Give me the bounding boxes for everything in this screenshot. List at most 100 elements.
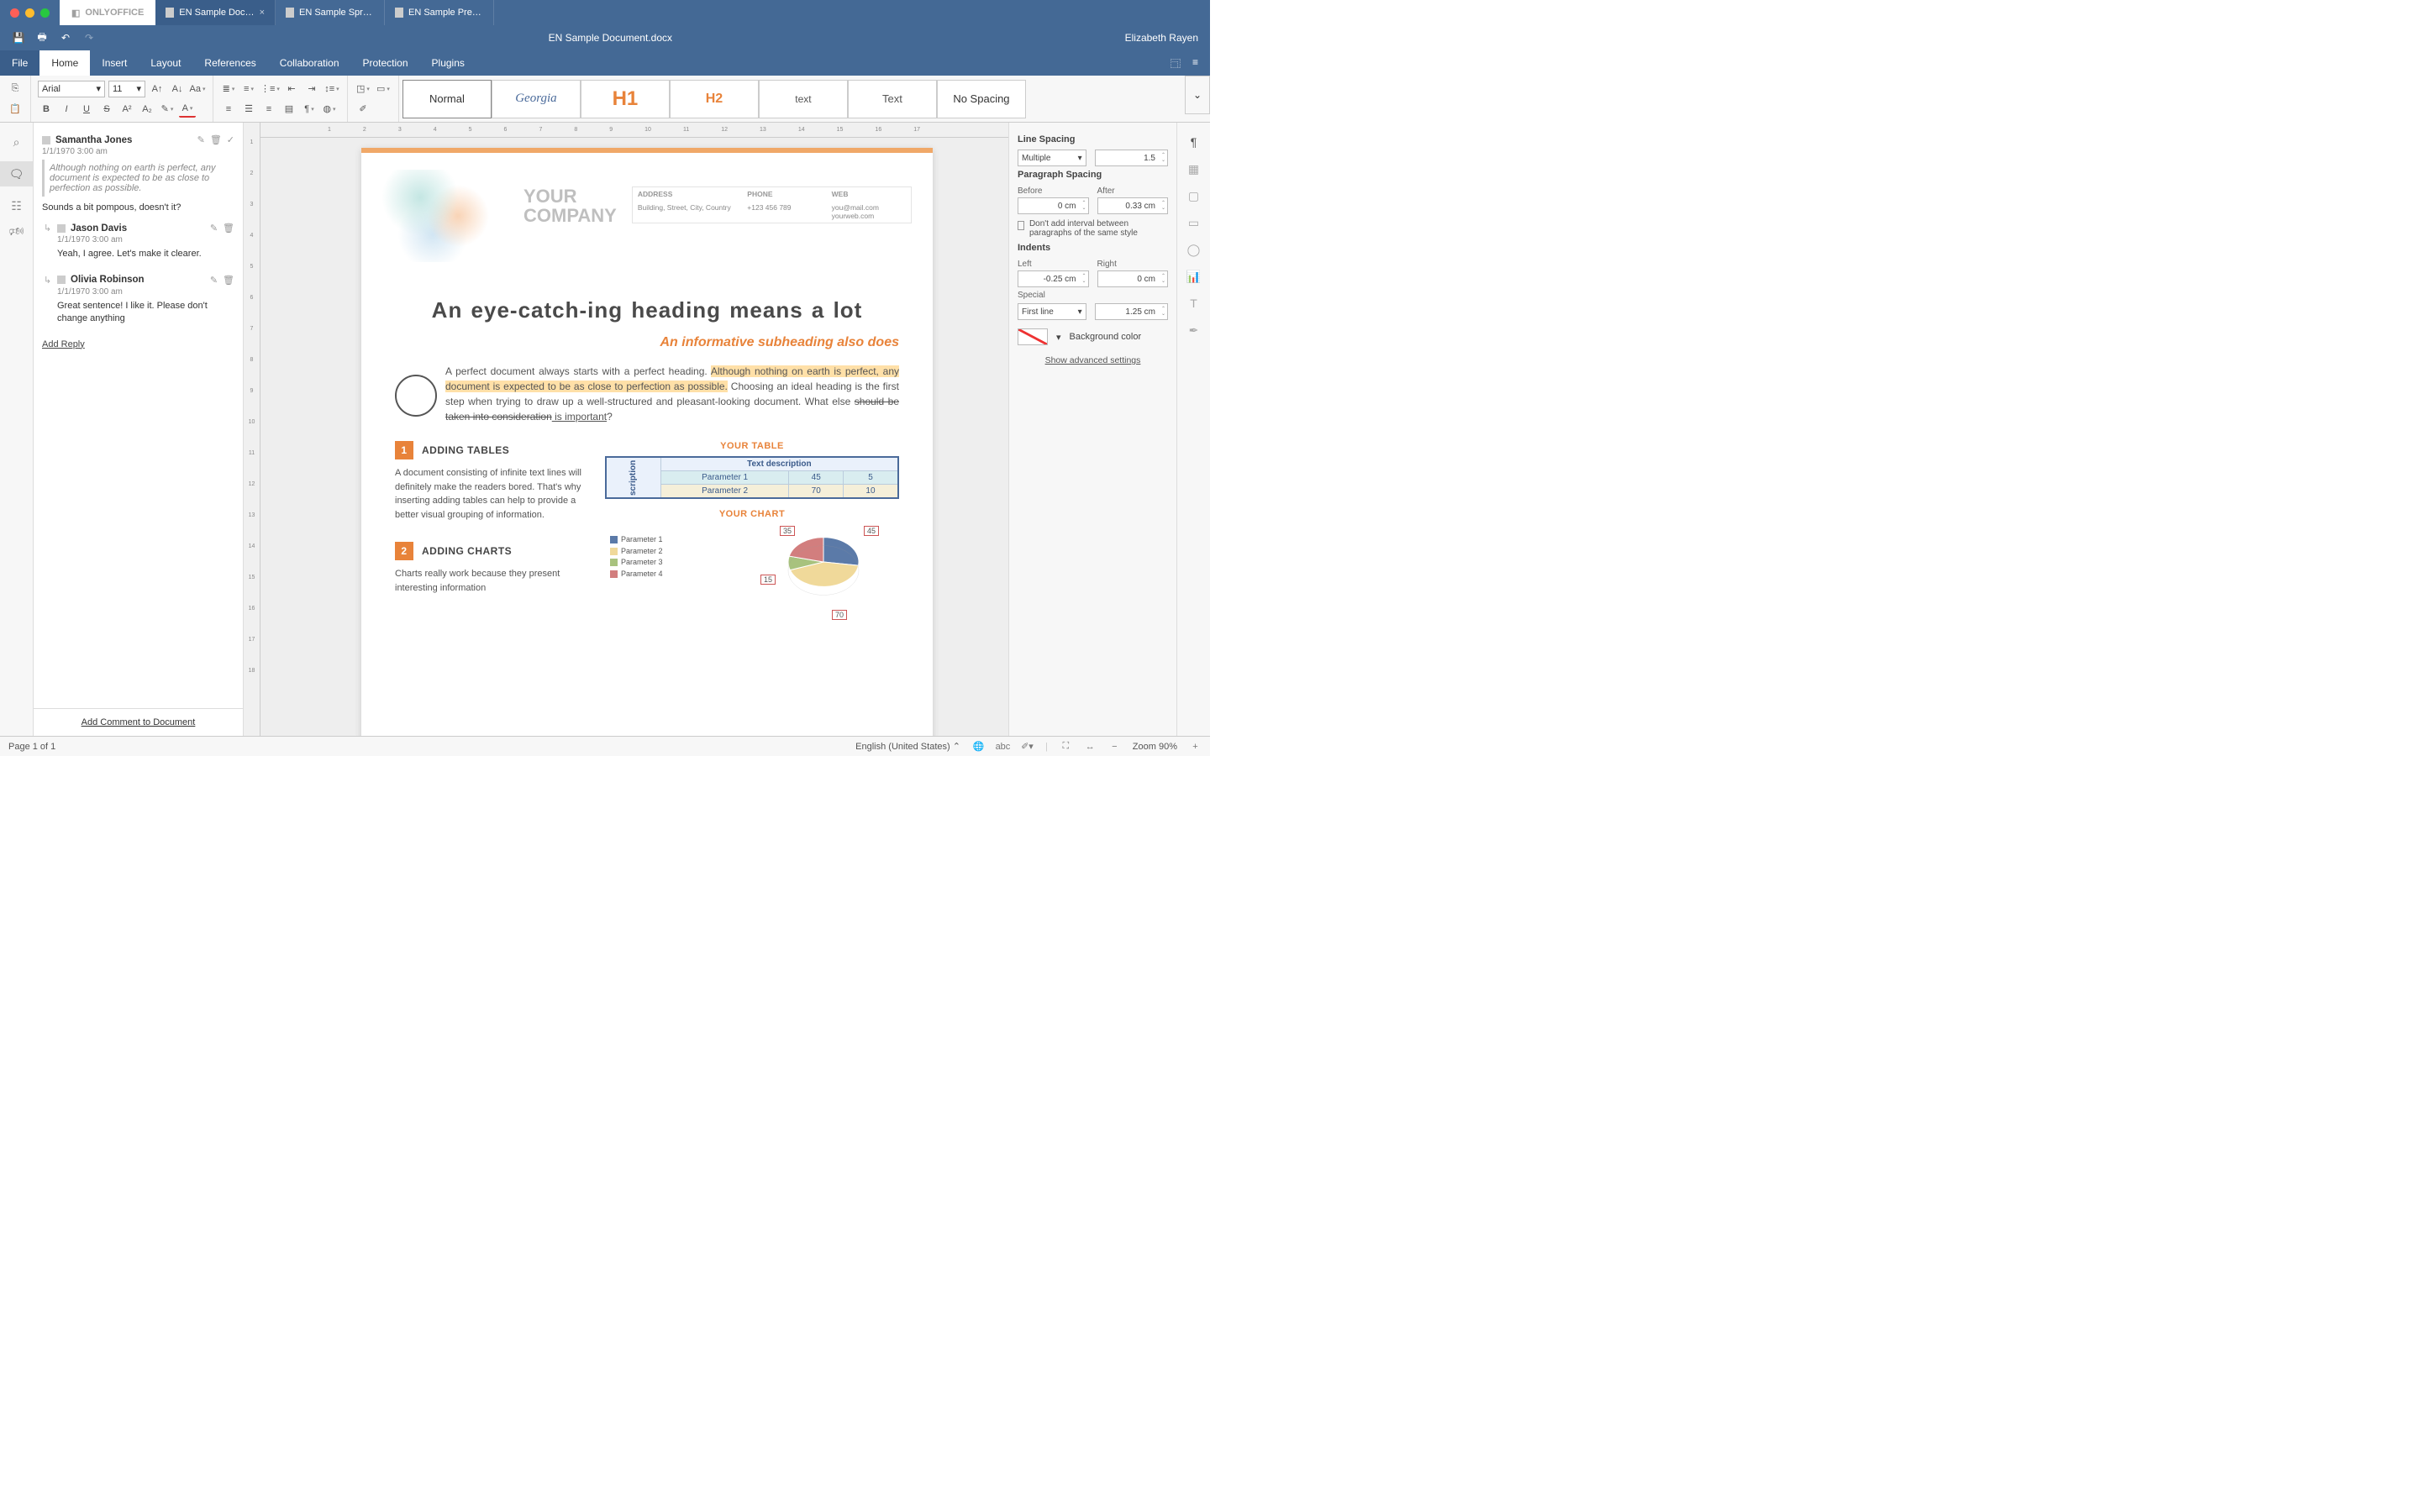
page-indicator[interactable]: Page 1 of 1 — [8, 742, 55, 752]
superscript-icon[interactable]: A² — [118, 101, 135, 118]
style-h1[interactable]: H1 — [581, 80, 670, 118]
underline-icon[interactable]: U — [78, 101, 95, 118]
insert-shape-icon[interactable]: ◳ — [355, 81, 371, 97]
align-left-icon[interactable]: ≡ — [220, 101, 237, 118]
redo-icon[interactable]: ↷ — [82, 31, 96, 45]
document-canvas[interactable]: YOURCOMPANY ADDRESS PHONE WEB Building, … — [260, 123, 1008, 736]
align-center-icon[interactable]: ☰ — [240, 101, 257, 118]
special-indent-input[interactable]: 1.25 cm — [1095, 303, 1168, 320]
zoom-level[interactable]: Zoom 90% — [1133, 742, 1177, 752]
doc-tab-2[interactable]: EN Sample Spr… — [276, 0, 385, 25]
outdent-icon[interactable]: ⇤ — [283, 81, 300, 97]
language-select[interactable]: English (United States) ⌃ — [855, 741, 960, 752]
spacing-after-input[interactable]: 0.33 cm — [1097, 197, 1169, 214]
vertical-ruler[interactable]: 123456789101112131415161718 — [244, 123, 260, 736]
indent-right-input[interactable]: 0 cm — [1097, 270, 1169, 287]
indent-left-input[interactable]: -0.25 cm — [1018, 270, 1089, 287]
user-name[interactable]: Elizabeth Rayen — [1113, 32, 1210, 44]
line-spacing-mode-select[interactable]: Multiple▾ — [1018, 150, 1086, 166]
chart-icon[interactable]: 📊 — [1186, 269, 1202, 284]
doc-tab-1[interactable]: EN Sample Doc… × — [155, 0, 276, 25]
style-text[interactable]: text — [759, 80, 848, 118]
save-icon[interactable]: 💾 — [12, 31, 25, 45]
textart-icon[interactable]: T — [1186, 296, 1202, 311]
add-reply-link[interactable]: Add Reply — [42, 339, 85, 349]
font-family-select[interactable]: Arial▾ — [38, 81, 105, 97]
close-icon[interactable]: × — [260, 8, 265, 18]
insert-object-icon[interactable]: ▭ — [375, 81, 392, 97]
delete-icon[interactable]: 🗑 — [223, 275, 234, 286]
paragraph-icon[interactable]: ¶ — [1186, 134, 1202, 150]
no-interval-checkbox[interactable]: Don't add interval between paragraphs of… — [1018, 219, 1168, 238]
menu-layout[interactable]: Layout — [139, 50, 192, 76]
add-comment-link[interactable]: Add Comment to Document — [82, 717, 196, 727]
signature-icon[interactable]: ✒ — [1186, 323, 1202, 338]
horizontal-ruler[interactable]: 1234567891011121314151617 — [260, 123, 1008, 138]
zoom-out-icon[interactable]: − — [1108, 740, 1121, 753]
resolve-icon[interactable]: ✓ — [227, 134, 234, 145]
subscript-icon[interactable]: A₂ — [139, 101, 155, 118]
table-icon[interactable]: ▦ — [1186, 161, 1202, 176]
menu-plugins[interactable]: Plugins — [420, 50, 476, 76]
style-text[interactable]: Text — [848, 80, 937, 118]
spacing-before-input[interactable]: 0 cm — [1018, 197, 1089, 214]
headings-panel-icon[interactable]: ☷ — [9, 198, 24, 213]
feedback-icon[interactable]: 🕬 — [9, 225, 24, 240]
font-color-icon[interactable]: A — [179, 101, 196, 118]
nonprinting-icon[interactable]: ¶ — [301, 101, 318, 118]
style-h2[interactable]: H2 — [670, 80, 759, 118]
menu-file[interactable]: File — [0, 50, 39, 76]
align-right-icon[interactable]: ≡ — [260, 101, 277, 118]
search-icon[interactable]: ⌕ — [9, 134, 24, 150]
menu-insert[interactable]: Insert — [90, 50, 139, 76]
track-changes-icon[interactable]: ✐▾ — [1021, 740, 1034, 753]
font-size-select[interactable]: 11▾ — [108, 81, 145, 97]
justify-icon[interactable]: ▤ — [281, 101, 297, 118]
menu-collaboration[interactable]: Collaboration — [268, 50, 351, 76]
italic-icon[interactable]: I — [58, 101, 75, 118]
zoom-in-icon[interactable]: + — [1189, 740, 1202, 753]
line-spacing-icon[interactable]: ↕≡ — [324, 81, 340, 97]
shrink-font-icon[interactable]: A↓ — [169, 81, 186, 97]
delete-icon[interactable]: 🗑 — [210, 134, 222, 145]
style-georgia[interactable]: Georgia — [492, 80, 581, 118]
menu-home[interactable]: Home — [39, 50, 90, 76]
copy-icon[interactable]: ⎘ — [7, 81, 24, 97]
change-case-icon[interactable]: Aa — [189, 81, 206, 97]
menu-protection[interactable]: Protection — [351, 50, 420, 76]
undo-icon[interactable]: ↶ — [59, 31, 72, 45]
menu-references[interactable]: References — [192, 50, 267, 76]
edit-icon[interactable]: ✎ — [197, 134, 205, 145]
edit-icon[interactable]: ✎ — [210, 223, 218, 234]
minimize-window[interactable] — [25, 8, 34, 18]
delete-icon[interactable]: 🗑 — [223, 223, 234, 234]
strike-icon[interactable]: S — [98, 101, 115, 118]
advanced-settings-link[interactable]: Show advanced settings — [1018, 355, 1168, 365]
image-icon[interactable]: ▢ — [1186, 188, 1202, 203]
shape-icon[interactable]: ◯ — [1186, 242, 1202, 257]
indent-icon[interactable]: ⇥ — [303, 81, 320, 97]
page[interactable]: YOURCOMPANY ADDRESS PHONE WEB Building, … — [361, 148, 933, 736]
open-location-icon[interactable]: ⿹ — [1171, 56, 1181, 71]
bold-icon[interactable]: B — [38, 101, 55, 118]
doc-tab-3[interactable]: EN Sample Pre… — [385, 0, 494, 25]
bg-color-swatch[interactable] — [1018, 328, 1048, 345]
multilevel-icon[interactable]: ⋮≡ — [260, 81, 280, 97]
numbering-icon[interactable]: ≡ — [240, 81, 257, 97]
style-no-spacing[interactable]: No Spacing — [937, 80, 1026, 118]
highlight-color-icon[interactable]: ✎ — [159, 101, 176, 118]
maximize-window[interactable] — [40, 8, 50, 18]
special-indent-select[interactable]: First line▾ — [1018, 303, 1086, 320]
set-lang-icon[interactable]: 🌐 — [972, 740, 985, 753]
print-icon[interactable]: 🖶 — [35, 31, 49, 45]
comments-panel-icon[interactable]: 🗨 — [0, 161, 33, 186]
style-gallery-more[interactable]: ⌄ — [1185, 76, 1210, 114]
line-spacing-value-input[interactable]: 1.5 — [1095, 150, 1168, 166]
edit-icon[interactable]: ✎ — [210, 275, 218, 286]
fit-width-icon[interactable]: ↔ — [1084, 740, 1097, 753]
fit-page-icon[interactable]: ⛶ — [1060, 740, 1072, 753]
close-window[interactable] — [10, 8, 19, 18]
bullets-icon[interactable]: ≣ — [220, 81, 237, 97]
clear-style-icon[interactable]: ✐ — [355, 101, 371, 118]
style-normal[interactable]: Normal — [402, 80, 492, 118]
